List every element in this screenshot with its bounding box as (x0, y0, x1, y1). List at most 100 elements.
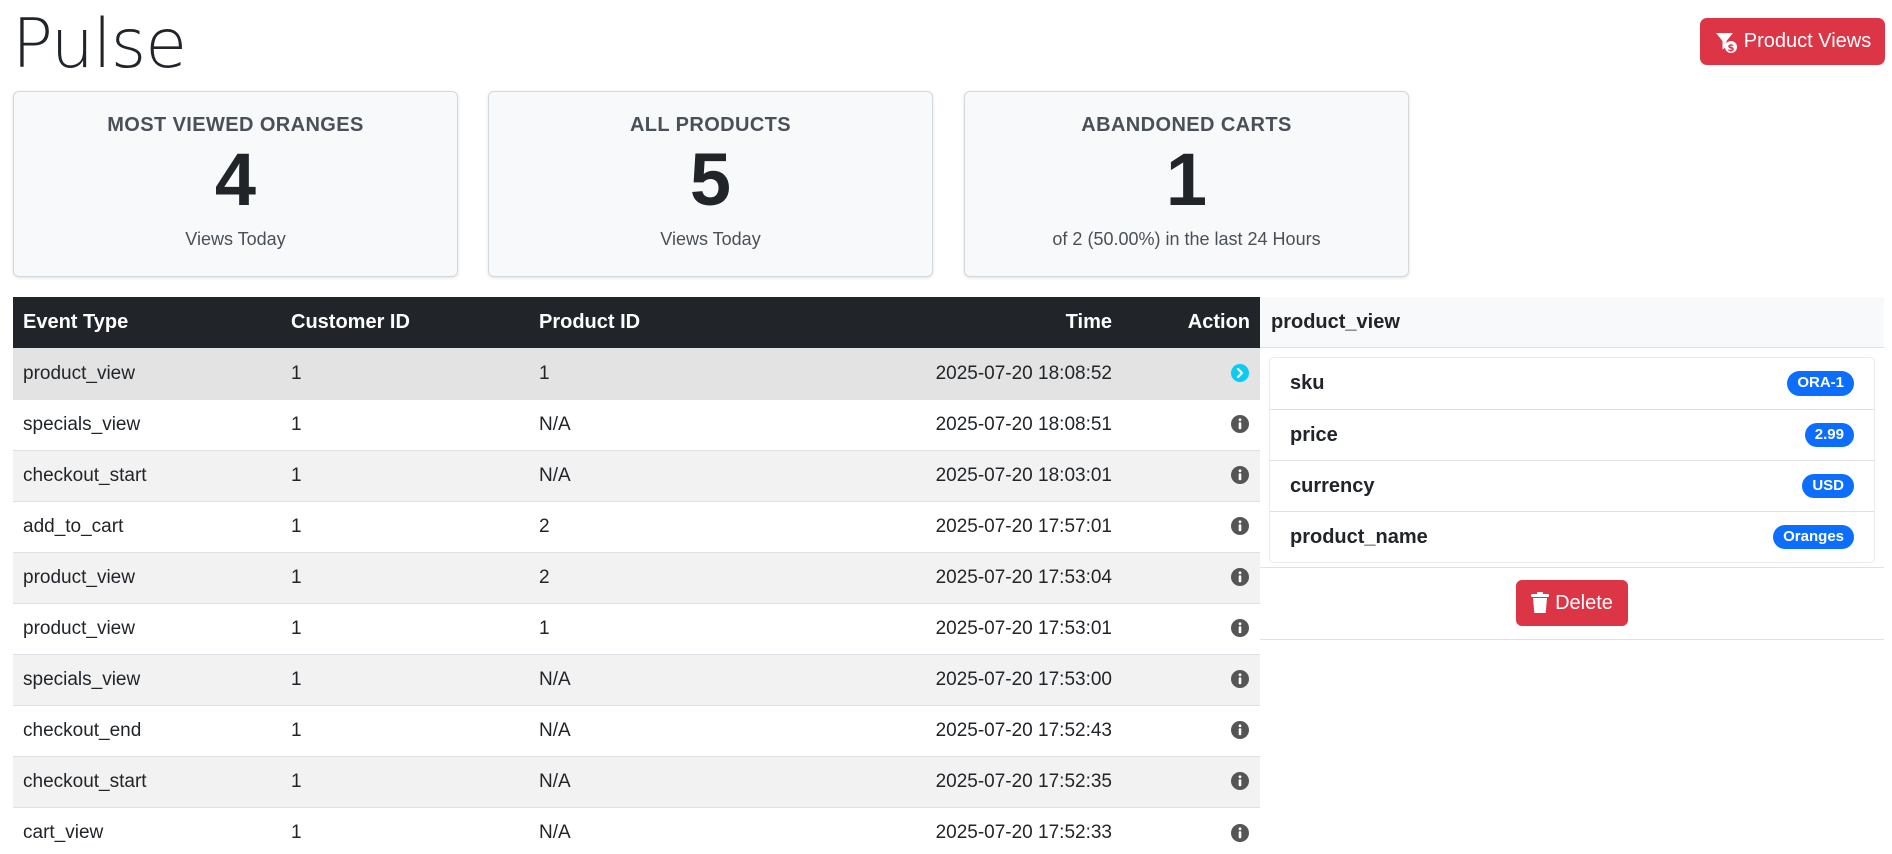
table-row[interactable]: checkout_start 1 N/A 2025-07-20 18:03:01 (13, 449, 1260, 501)
detail-item: price 2.99 (1270, 409, 1874, 460)
detail-value-badge: Oranges (1773, 524, 1854, 550)
cell-event-type: product_view (13, 602, 281, 654)
info-circle-icon[interactable] (1230, 771, 1250, 792)
stat-card-abandoned-carts: ABANDONED CARTS 1 of 2 (50.00%) in the l… (964, 91, 1409, 277)
detail-key: price (1290, 423, 1338, 446)
detail-item: product_name Oranges (1270, 511, 1874, 562)
cell-event-type: product_view (13, 347, 281, 399)
header-time: Time (762, 297, 1122, 348)
cell-product-id: N/A (529, 704, 762, 756)
header-event-type: Event Type (13, 297, 281, 348)
stat-value: 4 (214, 138, 257, 221)
trash-icon (1531, 592, 1550, 613)
detail-key: currency (1290, 474, 1375, 497)
product-views-button[interactable]: $ Product Views (1700, 18, 1885, 65)
cell-event-type: cart_view (13, 806, 281, 854)
table-row[interactable]: checkout_start 1 N/A 2025-07-20 17:52:35 (13, 755, 1260, 807)
cell-customer-id: 1 (281, 398, 529, 450)
cell-customer-id: 1 (281, 449, 529, 501)
product-views-label: Product Views (1743, 30, 1872, 52)
cell-product-id: N/A (529, 653, 762, 705)
detail-item: sku ORA-1 (1270, 358, 1874, 409)
stat-value: 5 (689, 138, 732, 221)
stat-card-most-viewed: MOST VIEWED ORANGES 4 Views Today (13, 91, 458, 277)
table-row[interactable]: product_view 1 1 2025-07-20 18:08:52 (13, 347, 1260, 399)
cell-customer-id: 1 (281, 551, 529, 603)
cell-time: 2025-07-20 18:03:01 (762, 449, 1122, 501)
cell-action (1122, 500, 1260, 552)
detail-property-list: sku ORA-1 price 2.99 currency USD product_name… (1269, 357, 1875, 563)
stat-card-all-products: ALL PRODUCTS 5 Views Today (488, 91, 933, 277)
table-row[interactable]: specials_view 1 N/A 2025-07-20 18:08:51 (13, 398, 1260, 450)
header-customer-id: Customer ID (281, 297, 529, 348)
cell-customer-id: 1 (281, 806, 529, 854)
delete-button[interactable]: Delete (1516, 580, 1628, 626)
cell-action (1122, 755, 1260, 807)
detail-title: product_view (1260, 297, 1884, 348)
stat-title: MOST VIEWED ORANGES (107, 114, 364, 136)
cell-product-id: N/A (529, 398, 762, 450)
cell-customer-id: 1 (281, 653, 529, 705)
cell-time: 2025-07-20 17:53:01 (762, 602, 1122, 654)
info-circle-icon[interactable] (1230, 567, 1250, 588)
cell-event-type: specials_view (13, 653, 281, 705)
cell-time: 2025-07-20 17:52:33 (762, 806, 1122, 854)
table-row[interactable]: product_view 1 2 2025-07-20 17:53:04 (13, 551, 1260, 603)
table-row[interactable]: checkout_end 1 N/A 2025-07-20 17:52:43 (13, 704, 1260, 756)
cell-action (1122, 449, 1260, 501)
cell-product-id: N/A (529, 449, 762, 501)
cell-event-type: add_to_cart (13, 500, 281, 552)
stat-subtitle: Views Today (185, 229, 286, 249)
cell-action (1122, 653, 1260, 705)
detail-item: currency USD (1270, 460, 1874, 511)
cell-customer-id: 1 (281, 602, 529, 654)
header-product-id: Product ID (529, 297, 762, 348)
table-row[interactable]: product_view 1 1 2025-07-20 17:53:01 (13, 602, 1260, 654)
cell-action (1122, 551, 1260, 603)
detail-value-badge: USD (1802, 473, 1854, 499)
cell-product-id: 1 (529, 602, 762, 654)
cell-action (1122, 806, 1260, 854)
cell-customer-id: 1 (281, 755, 529, 807)
cell-event-type: specials_view (13, 398, 281, 450)
table-row[interactable]: add_to_cart 1 2 2025-07-20 17:57:01 (13, 500, 1260, 552)
cell-time: 2025-07-20 17:57:01 (762, 500, 1122, 552)
info-circle-icon[interactable] (1230, 516, 1250, 537)
stat-value: 1 (1165, 138, 1208, 221)
cell-time: 2025-07-20 18:08:52 (762, 347, 1122, 399)
cell-event-type: product_view (13, 551, 281, 603)
info-circle-icon[interactable] (1230, 822, 1250, 843)
events-table: Event Type Customer ID Product ID Time A… (13, 297, 1260, 854)
detail-key: sku (1290, 372, 1325, 394)
cell-time: 2025-07-20 17:52:35 (762, 755, 1122, 807)
app-title: Pulse (12, 5, 187, 84)
cell-time: 2025-07-20 17:53:04 (762, 551, 1122, 603)
info-circle-icon[interactable] (1230, 465, 1250, 486)
table-row[interactable]: specials_view 1 N/A 2025-07-20 17:53:00 (13, 653, 1260, 705)
cell-customer-id: 1 (281, 704, 529, 756)
cell-time: 2025-07-20 17:53:00 (762, 653, 1122, 705)
stat-subtitle: Views Today (660, 229, 761, 249)
info-circle-icon[interactable] (1230, 618, 1250, 639)
delete-label: Delete (1555, 591, 1613, 614)
stat-title: ALL PRODUCTS (629, 114, 792, 136)
info-circle-icon[interactable] (1230, 669, 1250, 690)
stat-subtitle: of 2 (50.00%) in the last 24 Hours (1052, 229, 1321, 249)
detail-value-badge: 2.99 (1804, 422, 1854, 448)
table-row[interactable]: cart_view 1 N/A 2025-07-20 17:52:33 (13, 806, 1260, 854)
cell-time: 2025-07-20 17:52:43 (762, 704, 1122, 756)
stat-title: ABANDONED CARTS (1081, 114, 1292, 136)
filter-dollar-icon: $ (1715, 32, 1737, 54)
cell-action (1122, 602, 1260, 654)
detail-value-badge: ORA-1 (1787, 371, 1854, 396)
table-header-row: Event Type Customer ID Product ID Time A… (13, 297, 1260, 348)
cell-product-id: 2 (529, 551, 762, 603)
cell-event-type: checkout_start (13, 755, 281, 807)
detail-key: product_name (1290, 525, 1428, 548)
cell-product-id: 2 (529, 500, 762, 552)
info-circle-icon[interactable] (1230, 414, 1250, 435)
cell-event-type: checkout_start (13, 449, 281, 501)
info-circle-icon[interactable] (1230, 720, 1250, 741)
cell-event-type: checkout_end (13, 704, 281, 756)
chevron-right-circle-icon[interactable] (1230, 363, 1250, 384)
